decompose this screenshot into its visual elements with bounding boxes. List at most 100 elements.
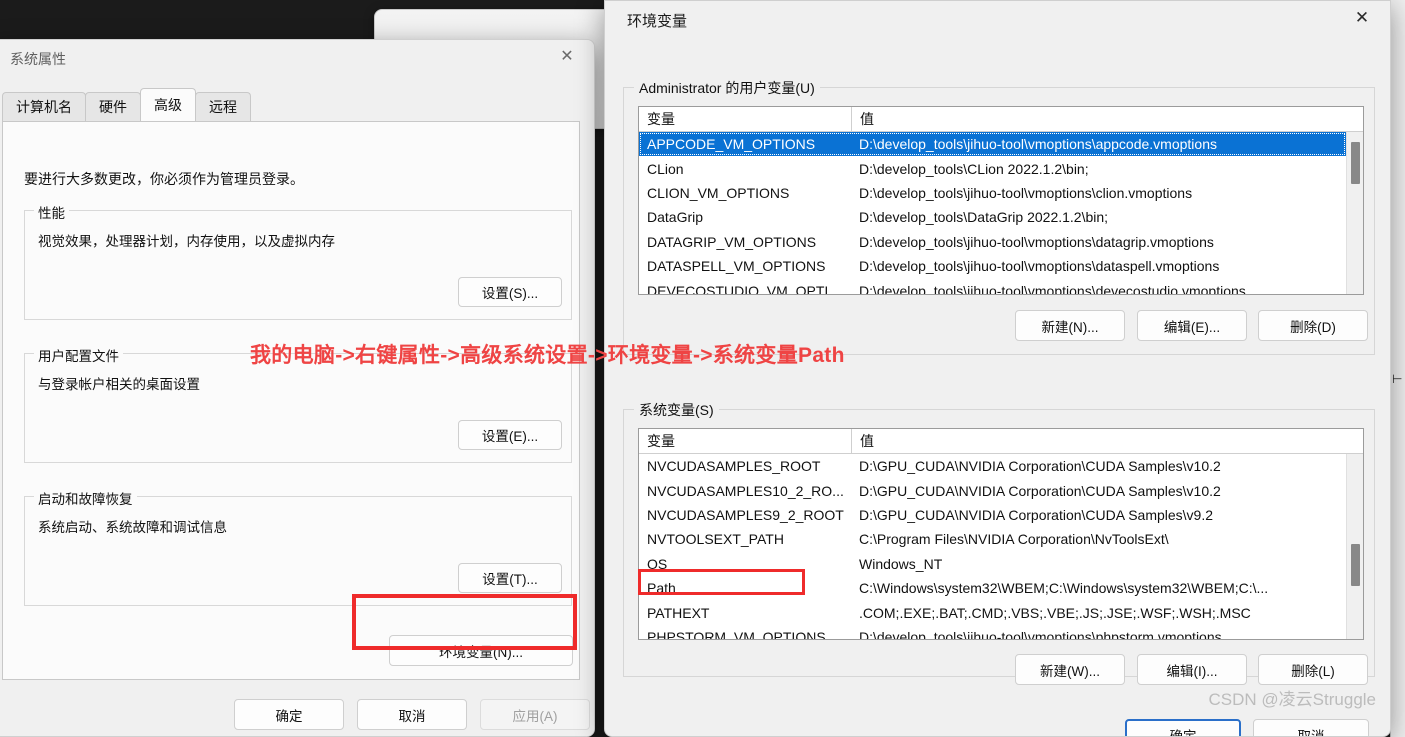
table-row[interactable]: NVCUDASAMPLES_ROOT D:\GPU_CUDA\NVIDIA Co… [639, 454, 1346, 478]
user-variables-scrollbar[interactable] [1346, 132, 1363, 294]
user-profiles-settings-button[interactable]: 设置(E)... [458, 420, 562, 450]
startup-recovery-group: 启动和故障恢复 系统启动、系统故障和调试信息 设置(T)... [24, 488, 572, 606]
scrollbar-thumb[interactable] [1351, 142, 1360, 184]
system-variables-table[interactable]: 变量 值 NVCUDASAMPLES_ROOT D:\GPU_CUDA\NVID… [638, 428, 1364, 640]
close-icon[interactable]: ✕ [548, 43, 586, 71]
user-profiles-group-description: 与登录帐户相关的桌面设置 [38, 377, 200, 392]
cell-value: D:\develop_tools\CLion 2022.1.2\bin; [859, 160, 1089, 177]
cell-value: D:\GPU_CUDA\NVIDIA Corporation\CUDA Samp… [859, 482, 1221, 499]
table-row[interactable]: NVCUDASAMPLES9_2_ROOT D:\GPU_CUDA\NVIDIA… [639, 503, 1346, 527]
cell-variable: CLion [647, 160, 684, 177]
system-variables-table-header: 变量 值 [639, 429, 1363, 454]
user-new-button[interactable]: 新建(N)... [1015, 310, 1125, 341]
user-variables-rows: APPCODE_VM_OPTIONS D:\develop_tools\jihu… [639, 132, 1346, 294]
system-properties-body: 计算机名 硬件 高级 远程 要进行大多数更改，你必须作为管理员登录。 性能 视觉… [0, 73, 594, 736]
table-row[interactable]: CLION_VM_OPTIONS D:\develop_tools\jihuo-… [639, 181, 1346, 205]
tab-hardware[interactable]: 硬件 [85, 92, 141, 121]
startup-recovery-group-legend: 启动和故障恢复 [34, 488, 137, 508]
system-properties-dialog[interactable]: 系统属性 ✕ 计算机名 硬件 高级 远程 要进行大多数更改，你必须作为管理员登录… [0, 39, 595, 737]
col-header-variable[interactable]: 变量 [639, 429, 852, 453]
cell-variable: DEVECOSTUDIO_VM_OPTI... [647, 282, 840, 294]
system-edit-button[interactable]: 编辑(I)... [1137, 654, 1247, 685]
env-cancel-button[interactable]: 取消 [1253, 719, 1369, 736]
table-row[interactable]: OS Windows_NT [639, 552, 1346, 576]
tab-computer-name[interactable]: 计算机名 [2, 92, 86, 121]
cell-value: D:\develop_tools\jihuo-tool\vmoptions\de… [859, 282, 1246, 294]
tabstrip: 计算机名 硬件 高级 远程 [2, 88, 251, 121]
table-row[interactable]: CLion D:\develop_tools\CLion 2022.1.2\bi… [639, 156, 1346, 180]
table-row[interactable]: DATASPELL_VM_OPTIONS D:\develop_tools\ji… [639, 254, 1346, 278]
system-variables-group: 系统变量(S) 变量 值 NVCUDASAMPLES_ROOT D:\GPU_C… [623, 400, 1375, 685]
close-icon[interactable]: ✕ [1340, 3, 1384, 33]
cell-value: D:\develop_tools\jihuo-tool\vmoptions\ap… [859, 136, 1217, 153]
col-header-variable[interactable]: 变量 [639, 107, 852, 131]
env-ok-button[interactable]: 确定 [1125, 719, 1241, 736]
user-variables-table-header: 变量 值 [639, 107, 1363, 132]
cell-value: D:\develop_tools\DataGrip 2022.1.2\bin; [859, 209, 1109, 226]
cell-value: C:\Windows\system32\WBEM;C:\Windows\syst… [859, 580, 1269, 597]
cell-value: .COM;.EXE;.BAT;.CMD;.VBS;.VBE;.JS;.JSE;.… [859, 604, 1251, 621]
environment-variables-button[interactable]: 环境变量(N)... [389, 635, 573, 666]
edge-window-sliver [1390, 0, 1405, 737]
cell-value: Windows_NT [859, 555, 943, 572]
annotation-text: 我的电脑->右键属性->高级系统设置->环境变量->系统变量Path [250, 344, 845, 367]
table-row[interactable]: DATAGRIP_VM_OPTIONS D:\develop_tools\jih… [639, 230, 1346, 254]
env-titlebar[interactable]: 环境变量 ✕ [605, 1, 1390, 37]
startup-recovery-group-description: 系统启动、系统故障和调试信息 [38, 520, 227, 535]
cancel-button[interactable]: 取消 [357, 699, 467, 730]
col-header-value[interactable]: 值 [852, 429, 1363, 453]
table-row[interactable]: APPCODE_VM_OPTIONS D:\develop_tools\jihu… [639, 132, 1346, 157]
user-edit-button[interactable]: 编辑(E)... [1137, 310, 1247, 341]
cell-value: D:\develop_tools\jihuo-tool\vmoptions\da… [859, 258, 1220, 275]
cell-value: D:\GPU_CUDA\NVIDIA Corporation\CUDA Samp… [859, 458, 1221, 475]
table-row[interactable]: NVCUDASAMPLES10_2_RO... D:\GPU_CUDA\NVID… [639, 478, 1346, 502]
cell-variable: PATHEXT [647, 604, 710, 621]
system-variables-scrollbar[interactable] [1346, 454, 1363, 639]
ok-button[interactable]: 确定 [234, 699, 344, 730]
table-row[interactable]: PHPSTORM_VM_OPTIONS D:\develop_tools\jih… [639, 625, 1346, 639]
table-row[interactable]: PATHEXT .COM;.EXE;.BAT;.CMD;.VBS;.VBE;.J… [639, 600, 1346, 624]
cell-value: C:\Program Files\NVIDIA Corporation\NvTo… [859, 531, 1169, 548]
cell-variable: NVCUDASAMPLES9_2_ROOT [647, 506, 844, 523]
system-variables-legend: 系统变量(S) [634, 400, 719, 420]
cell-variable: NVTOOLSEXT_PATH [647, 531, 784, 548]
env-dialog-title: 环境变量 [627, 13, 688, 30]
table-row[interactable]: NVTOOLSEXT_PATH C:\Program Files\NVIDIA … [639, 527, 1346, 551]
system-new-button[interactable]: 新建(W)... [1015, 654, 1125, 685]
performance-group: 性能 视觉效果，处理器计划，内存使用，以及虚拟内存 设置(S)... [24, 202, 572, 320]
cell-variable: DataGrip [647, 209, 704, 226]
startup-recovery-settings-button[interactable]: 设置(T)... [458, 563, 562, 593]
user-variables-group: Administrator 的用户变量(U) 变量 值 APPCODE_VM_O… [623, 78, 1375, 355]
performance-group-description: 视觉效果，处理器计划，内存使用，以及虚拟内存 [38, 234, 335, 249]
table-row[interactable]: DEVECOSTUDIO_VM_OPTI... D:\develop_tools… [639, 278, 1346, 294]
cell-variable: APPCODE_VM_OPTIONS [647, 136, 816, 153]
user-variables-table[interactable]: 变量 值 APPCODE_VM_OPTIONS D:\develop_tools… [638, 106, 1364, 295]
tab-remote[interactable]: 远程 [195, 92, 251, 121]
cell-variable: OS [647, 555, 668, 572]
system-properties-titlebar[interactable]: 系统属性 ✕ [0, 40, 594, 73]
system-delete-button[interactable]: 删除(L) [1258, 654, 1368, 685]
cell-variable: NVCUDASAMPLES10_2_RO... [647, 482, 844, 499]
admin-notice-text: 要进行大多数更改，你必须作为管理员登录。 [24, 171, 304, 187]
apply-button: 应用(A) [480, 699, 590, 730]
user-profiles-group-legend: 用户配置文件 [34, 345, 123, 365]
watermark: CSDN @凌云Struggle [1208, 690, 1376, 709]
screen: 设置 ⌄ ⊢ 系统属性 ✕ 计算机名 硬件 高级 远程 要进行大多数更改，你必须… [0, 0, 1405, 737]
cell-variable: DATASPELL_VM_OPTIONS [647, 258, 826, 275]
cell-variable: PHPSTORM_VM_OPTIONS [647, 628, 826, 639]
scrollbar-thumb[interactable] [1351, 544, 1360, 586]
cell-variable: DATAGRIP_VM_OPTIONS [647, 233, 817, 250]
performance-group-legend: 性能 [34, 202, 69, 222]
table-row[interactable]: DataGrip D:\develop_tools\DataGrip 2022.… [639, 205, 1346, 229]
cell-value: D:\GPU_CUDA\NVIDIA Corporation\CUDA Samp… [859, 506, 1214, 523]
user-delete-button[interactable]: 删除(D) [1258, 310, 1368, 341]
cell-variable: NVCUDASAMPLES_ROOT [647, 458, 821, 475]
performance-settings-button[interactable]: 设置(S)... [458, 277, 562, 307]
table-row-path[interactable]: Path C:\Windows\system32\WBEM;C:\Windows… [639, 576, 1346, 600]
col-header-value[interactable]: 值 [852, 107, 1363, 131]
system-variables-rows: NVCUDASAMPLES_ROOT D:\GPU_CUDA\NVIDIA Co… [639, 454, 1346, 639]
edge-window-text: ⊢ [1392, 372, 1403, 386]
tab-panel-advanced: 要进行大多数更改，你必须作为管理员登录。 性能 视觉效果，处理器计划，内存使用，… [2, 121, 580, 680]
tab-advanced[interactable]: 高级 [140, 88, 196, 121]
cell-variable: Path [647, 580, 676, 597]
